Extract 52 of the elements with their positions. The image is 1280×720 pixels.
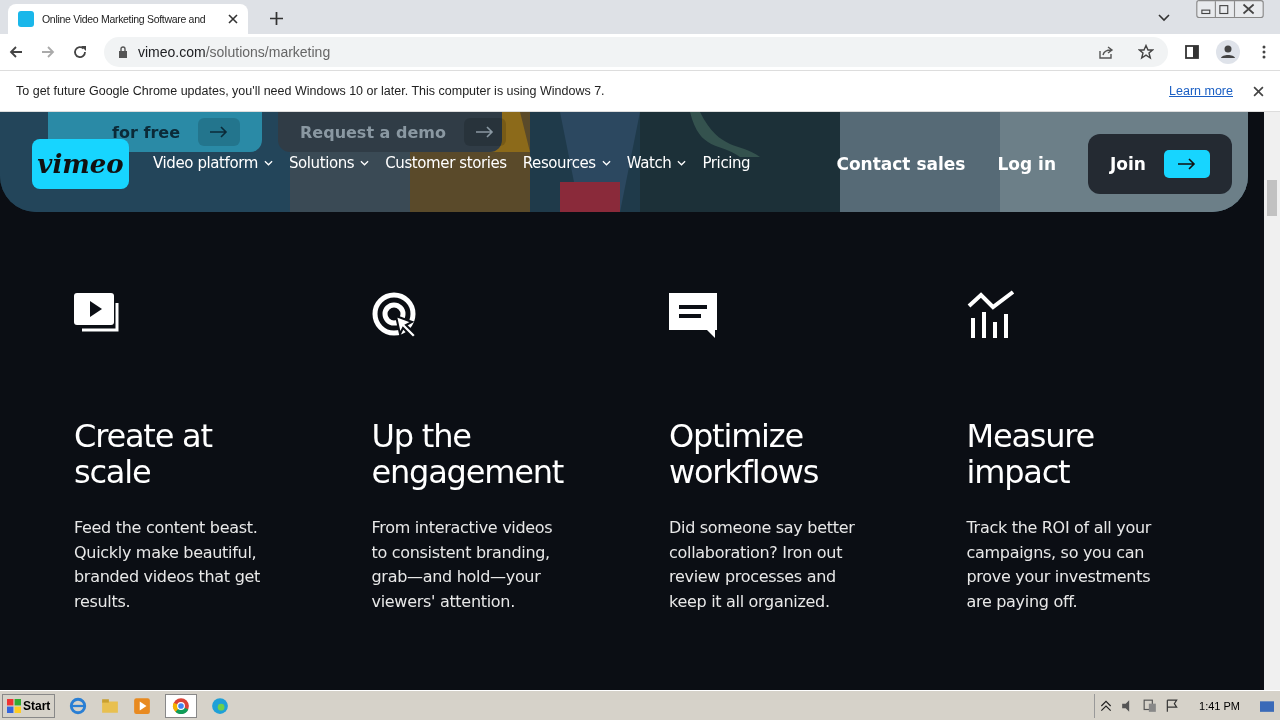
close-icon[interactable] bbox=[228, 14, 238, 24]
address-bar[interactable]: vimeo.com/solutions/marketing bbox=[104, 37, 1168, 67]
feature-description: Feed the content beast. Quickly make beautiful, branded videos that get results. bbox=[74, 517, 261, 613]
lock-icon bbox=[118, 46, 128, 58]
chrome-icon[interactable] bbox=[165, 693, 198, 718]
scrollbar[interactable] bbox=[1264, 112, 1280, 690]
browser-tab[interactable]: Online Video Marketing Software and bbox=[8, 4, 248, 34]
star-icon[interactable] bbox=[1138, 44, 1154, 60]
vimeo-favicon-icon bbox=[18, 11, 34, 27]
arrow-icon bbox=[210, 126, 228, 138]
chart-icon bbox=[966, 290, 1017, 340]
chevron-up-icon[interactable] bbox=[1099, 698, 1114, 713]
arrow-icon bbox=[1178, 158, 1196, 170]
show-desktop-icon[interactable] bbox=[1260, 698, 1274, 713]
back-icon[interactable] bbox=[8, 44, 24, 60]
join-button[interactable]: Join bbox=[1088, 134, 1232, 194]
reload-icon[interactable] bbox=[72, 44, 88, 60]
close-icon[interactable] bbox=[1253, 85, 1264, 97]
learn-more-link[interactable]: Learn more bbox=[1169, 84, 1233, 98]
new-tab-icon[interactable] bbox=[270, 12, 283, 25]
feature-description: From interactive videos to consistent branding, grab—and hold—your viewers' attention. bbox=[371, 517, 554, 613]
clock: 1:41 PM bbox=[1199, 699, 1240, 712]
feature-description: Track the ROI of all your campaigns, so you can prove your investments are paying off. bbox=[966, 517, 1153, 613]
vimeo-logo[interactable]: vimeo bbox=[32, 139, 129, 189]
profile-icon[interactable] bbox=[1216, 40, 1240, 64]
feature-description: Did someone say better collaboration? Iron out review processes and keep it all organized. bbox=[669, 517, 856, 613]
start-button[interactable]: Start bbox=[2, 693, 56, 718]
nav-item[interactable]: Resources bbox=[514, 154, 619, 172]
side-panel-icon[interactable] bbox=[1184, 44, 1200, 60]
url-text: vimeo.com/solutions/marketing bbox=[138, 44, 331, 60]
feature-title: Up the engagement bbox=[371, 418, 565, 490]
update-message: To get future Google Chrome updates, you'll need Windows 10 or later. This computer is using Windows 7. bbox=[16, 84, 605, 98]
nav-item[interactable]: Solutions bbox=[280, 154, 378, 172]
media-player-icon[interactable] bbox=[133, 696, 152, 715]
flag-icon[interactable] bbox=[1165, 698, 1180, 713]
nav-item[interactable]: Customer stories bbox=[377, 154, 515, 172]
tab-title: Online Video Marketing Software and bbox=[42, 13, 207, 25]
chevron-down-icon[interactable] bbox=[1158, 14, 1170, 22]
feature-title: Measure impact bbox=[966, 418, 1096, 490]
browser-icon[interactable] bbox=[69, 696, 88, 715]
network-icon[interactable] bbox=[1143, 698, 1158, 713]
windows-logo-icon bbox=[7, 698, 21, 713]
feature-title: Create at scale bbox=[74, 418, 214, 490]
log-in-link[interactable]: Log in bbox=[997, 154, 1056, 174]
contact-sales-link[interactable]: Contact sales bbox=[836, 154, 966, 174]
nav-item[interactable]: Video platform bbox=[145, 154, 281, 172]
nav-item[interactable]: Watch bbox=[618, 154, 695, 172]
feature-title: Optimize workflows bbox=[669, 418, 820, 490]
share-icon[interactable] bbox=[1098, 44, 1114, 60]
nav-item[interactable]: Pricing bbox=[694, 154, 759, 172]
chat-icon bbox=[669, 290, 719, 340]
arrow-icon bbox=[475, 126, 494, 138]
